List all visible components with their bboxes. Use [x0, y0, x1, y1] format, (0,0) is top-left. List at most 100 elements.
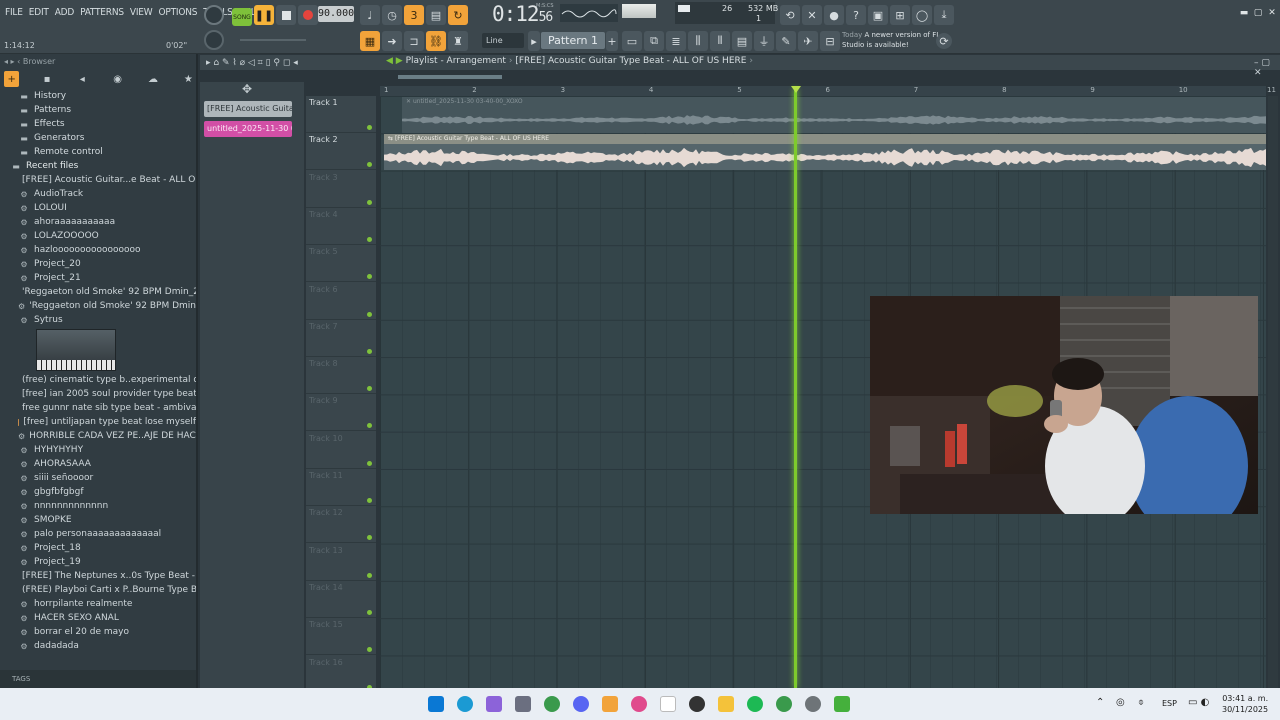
tray-chevron-icon[interactable]: ⌃	[1096, 697, 1104, 708]
tray-app-icon[interactable]: ◎	[1116, 697, 1125, 708]
piano-roll-button[interactable]: ⧉	[644, 31, 664, 51]
track-mute-led[interactable]	[367, 423, 372, 429]
fl-studio-icon[interactable]	[602, 696, 618, 712]
arrow-button[interactable]: ➜	[382, 31, 402, 51]
app-green-icon[interactable]	[834, 696, 850, 712]
track-mute-led[interactable]	[367, 647, 372, 653]
browser-tab-plugins[interactable]: ◂	[75, 71, 90, 87]
audio-clip-track-2[interactable]: ⇆ [FREE] Acoustic Guitar Type Beat - ALL…	[384, 134, 1266, 170]
crop-button[interactable]: ⊐	[404, 31, 424, 51]
stop-button[interactable]	[276, 5, 296, 25]
recent-file-item[interactable]: ⚙ LOLOUI	[0, 201, 196, 215]
metronome-button[interactable]: ♩	[360, 5, 380, 25]
recent-file-item[interactable]: ⚙ Project_18	[0, 541, 196, 555]
menu-options[interactable]: OPTIONS	[155, 4, 200, 21]
recent-file-item[interactable]: ⚙ LOLAZOOOOO	[0, 229, 196, 243]
recent-file-item[interactable]: ⚙ Project_19	[0, 555, 196, 569]
track-header[interactable]: Track 16	[306, 656, 376, 693]
recent-file-item[interactable]: (FREE) Playboi Carti x P..Bourne Type Be…	[0, 583, 196, 597]
audio-clip-track-1[interactable]: ✕ untitled_2025-11-30 03-40-00_XOXO	[402, 97, 1266, 133]
channel-button[interactable]: ⦀	[710, 31, 730, 51]
recent-file-item[interactable]: ⚙ borrar el 20 de mayo	[0, 625, 196, 639]
recent-file-item[interactable]: ⚙ gbgfbfgbgf	[0, 485, 196, 499]
browser-tab-cloud[interactable]: ☁	[145, 71, 160, 87]
midi-button[interactable]: ⊞	[890, 5, 910, 25]
recent-file-item[interactable]: ⚙ horrpilante realmente	[0, 597, 196, 611]
maximize-button[interactable]: ▢	[1252, 8, 1264, 18]
track-mute-led[interactable]	[367, 236, 372, 242]
track-mute-led[interactable]	[367, 162, 372, 168]
browser-folder-generators[interactable]: ▬ Generators	[0, 131, 196, 145]
tags-bar[interactable]: TAGS	[0, 670, 196, 688]
menu-patterns[interactable]: PATTERNS	[77, 4, 127, 21]
clip-source-recording[interactable]: untitled_2025-11-30 03-...	[204, 121, 292, 137]
wait-input-button[interactable]: ◷	[382, 5, 402, 25]
browser-folder-history[interactable]: ▬ History	[0, 89, 196, 103]
recent-file-item[interactable]: [FREE] The Neptunes x..0s Type Beat - CA…	[0, 569, 196, 583]
link-button[interactable]: ⛓	[426, 31, 446, 51]
app-pink-icon[interactable]	[631, 696, 647, 712]
track-header[interactable]: Track 3	[306, 171, 376, 208]
project-browser-button[interactable]: ▤	[732, 31, 752, 51]
record-audio-button[interactable]: ●	[824, 5, 844, 25]
track-header[interactable]: Track 15	[306, 618, 376, 656]
microphone-icon[interactable]: ⌽	[1138, 697, 1144, 708]
network-volume-icon[interactable]: ▭ ◐	[1188, 697, 1209, 708]
track-header[interactable]: Track 2	[306, 133, 376, 171]
news-refresh-button[interactable]: ⟳	[936, 33, 952, 49]
chrome-icon[interactable]	[544, 696, 560, 712]
browser-tab-all[interactable]: +	[4, 71, 20, 87]
browser-tab-current-project[interactable]: ▪	[39, 71, 54, 87]
browser-folder-effects[interactable]: ▬ Effects	[0, 117, 196, 131]
playlist-horizontal-scroll[interactable]	[398, 75, 502, 79]
playlist-view-button[interactable]: ▦	[360, 31, 380, 51]
pattern-select[interactable]: Pattern 1	[541, 32, 605, 49]
track-header[interactable]: Track 14	[306, 581, 376, 618]
help-button[interactable]: ?	[846, 5, 866, 25]
track-header[interactable]: Track 7	[306, 320, 376, 357]
track-mute-led[interactable]	[367, 460, 372, 466]
track-header[interactable]: Track 13	[306, 544, 376, 581]
recent-file-item[interactable]: ⚙ Sytrus	[0, 313, 196, 327]
app-icon[interactable]	[515, 696, 531, 712]
plugin-picker-button[interactable]: ⏚	[754, 31, 774, 51]
recent-file-item[interactable]: 'Reggaeton old Smoke' 92 BPM Dmin_2	[0, 285, 196, 299]
track-header[interactable]: Track 5	[306, 245, 376, 283]
undo-history-button[interactable]: ⟲	[780, 5, 800, 25]
recent-file-item[interactable]: (free) cinematic type b..experimental dr…	[0, 373, 196, 387]
menu-add[interactable]: ADD	[52, 4, 77, 21]
chrome-alt-icon[interactable]	[776, 696, 792, 712]
recent-file-item[interactable]: ⚙ Project_21	[0, 271, 196, 285]
recent-file-item[interactable]: ⚙ SMOPKE	[0, 513, 196, 527]
track-header[interactable]: Track 1	[306, 96, 376, 133]
track-header[interactable]: Track 11	[306, 469, 376, 506]
step-edit-button[interactable]: ▤	[426, 5, 446, 25]
chat-button[interactable]: ◯	[912, 5, 932, 25]
playhead[interactable]	[794, 88, 797, 688]
minimize-button[interactable]: ▬	[1238, 8, 1250, 18]
playlist-window-controls[interactable]: – ▢ ✕	[1254, 58, 1280, 78]
recent-file-item[interactable]: ⚙ HYHYHYHY	[0, 443, 196, 457]
system-clock[interactable]: 03:41 a. m. 30/11/2025	[1222, 693, 1268, 715]
discord-icon[interactable]	[573, 696, 589, 712]
snap-select[interactable]: Line	[482, 33, 524, 48]
recent-file-item[interactable]: ⚙ HACER SEXO ANAL	[0, 611, 196, 625]
countdown-button[interactable]: 3	[404, 5, 424, 25]
spotify-icon[interactable]	[747, 696, 763, 712]
loop-record-button[interactable]: ↻	[448, 5, 468, 25]
file-icon[interactable]	[660, 696, 676, 712]
recent-file-item[interactable]: ⚙ AudioTrack	[0, 187, 196, 201]
recent-file-item[interactable]: ⚙ palo personaaaaaaaaaaaaal	[0, 527, 196, 541]
recent-file-item[interactable]: ⚙ ahoraaaaaaaaaaa	[0, 215, 196, 229]
windows-start-icon[interactable]	[428, 696, 444, 712]
master-pitch-slider[interactable]	[240, 39, 306, 41]
track-mute-led[interactable]	[367, 125, 372, 130]
menu-view[interactable]: VIEW	[127, 4, 156, 21]
browser-folder-recent-files[interactable]: ▬ Recent files	[0, 159, 196, 173]
track-mute-led[interactable]	[367, 311, 372, 317]
tempo-display[interactable]: 90.000	[318, 6, 354, 22]
recent-file-item[interactable]: ⚙ 'Reggaeton old Smoke' 92 BPM Dmin	[0, 299, 196, 313]
recent-file-item[interactable]: [free] untiljapan type beat lose myself	[0, 415, 196, 429]
track-mute-led[interactable]	[367, 199, 372, 205]
clip-source-audio[interactable]: [FREE] Acoustic Guita...	[204, 101, 292, 117]
